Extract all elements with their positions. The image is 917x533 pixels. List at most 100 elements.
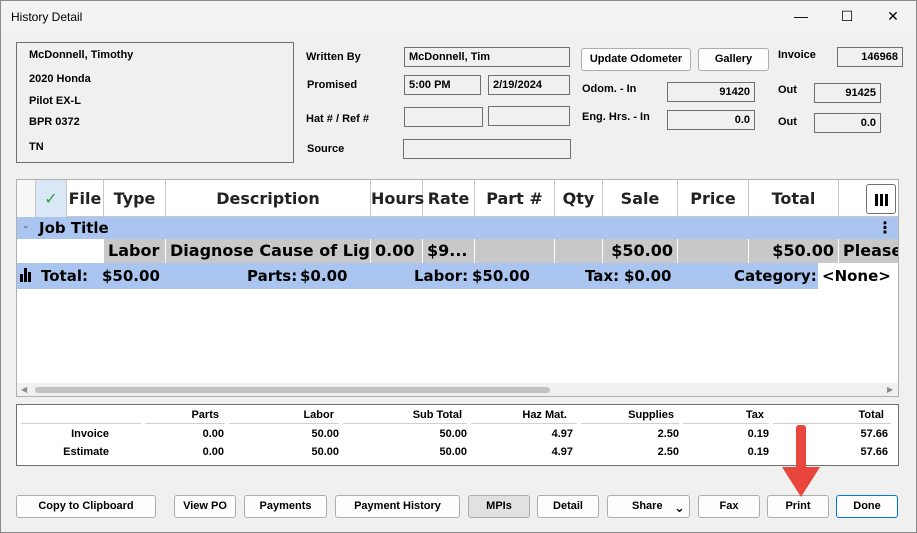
window-title: History Detail (11, 10, 83, 24)
summary-invoice-supplies: 2.50 (657, 428, 679, 440)
summary-invoice-label: Invoice (71, 428, 109, 440)
job-menu-icon[interactable]: ⋮ (877, 218, 893, 238)
minimize-icon[interactable]: — (778, 1, 824, 32)
hat-ref-label: Hat # / Ref # (306, 113, 369, 125)
annotation-arrow-head-icon (782, 467, 820, 497)
customer-info-box: McDonnell, Timothy 2020 Honda Pilot EX-L… (16, 42, 294, 163)
share-label: Share (632, 500, 663, 512)
eng-hrs-in-field[interactable]: 0.0 (667, 110, 755, 130)
written-by-field[interactable]: McDonnell, Tim (404, 47, 570, 67)
summary-estimate-label: Estimate (63, 446, 109, 458)
chevron-down-icon: ⌄ (674, 500, 685, 515)
cell-sale: $50.00 (603, 239, 678, 263)
print-button[interactable]: Print (767, 495, 829, 518)
copy-to-clipboard-button[interactable]: Copy to Clipboard (16, 495, 156, 518)
eng-hrs-out-field[interactable]: 0.0 (814, 113, 881, 133)
gallery-button[interactable]: Gallery (698, 48, 769, 71)
annotation-arrow-shaft (796, 425, 806, 473)
written-by-label: Written By (306, 51, 361, 63)
col-price[interactable]: Price (678, 180, 749, 217)
eng-hrs-in-label: Eng. Hrs. - In (582, 111, 650, 123)
job-title-text: Job Title (39, 219, 109, 237)
mpis-button[interactable]: MPIs (468, 495, 530, 518)
odom-in-field[interactable]: 91420 (667, 82, 755, 102)
summary-estimate-parts: 0.00 (202, 446, 224, 458)
scroll-thumb[interactable] (35, 387, 550, 393)
col-total[interactable]: Total (749, 180, 839, 217)
category-select[interactable]: <None> (818, 263, 898, 289)
summary-estimate-labor: 50.00 (311, 446, 339, 458)
ref-field[interactable] (488, 106, 570, 126)
promised-date-field[interactable]: 2/19/2024 (488, 75, 570, 95)
close-icon[interactable]: ✕ (870, 1, 916, 32)
table-row[interactable]: Labor Diagnose Cause of Light 0.00 $9...… (17, 239, 899, 263)
col-description[interactable]: Description (166, 180, 371, 217)
col-type[interactable]: Type (104, 180, 166, 217)
col-rate[interactable]: Rate (423, 180, 475, 217)
payment-history-button[interactable]: Payment History (335, 495, 460, 518)
history-detail-window: History Detail — ☐ ✕ McDonnell, Timothy … (0, 0, 917, 533)
promised-time-field[interactable]: 5:00 PM (404, 75, 481, 95)
horizontal-scrollbar[interactable]: ◀ ▶ (17, 383, 898, 396)
hat-field[interactable] (404, 107, 483, 127)
column-chooser-icon[interactable] (866, 184, 896, 214)
summary-header-supplies: Supplies (628, 409, 674, 421)
summary-header-tax: Tax (745, 409, 764, 421)
summary-estimate-tax: 0.19 (747, 446, 769, 458)
summary-header-parts: Parts (191, 409, 219, 421)
scroll-right-icon[interactable]: ▶ (887, 385, 893, 394)
summary-invoice-labor: 50.00 (311, 428, 339, 440)
odom-out-field[interactable]: 91425 (814, 83, 881, 103)
summary-estimate-total: 57.66 (860, 446, 888, 458)
col-part[interactable]: Part # (475, 180, 555, 217)
collapse-chevron-icon[interactable]: ⌄ (22, 220, 30, 231)
job-grid: ✓ File Type Description Hours Rate Part … (16, 179, 899, 397)
promised-label: Promised (307, 79, 358, 91)
cell-note: Please , (843, 241, 899, 260)
share-button[interactable]: Share ⌄ (607, 495, 690, 518)
license-plate: BPR 0372 (29, 116, 80, 128)
cell-qty (555, 239, 603, 263)
view-po-button[interactable]: View PO (174, 495, 236, 518)
scroll-left-icon[interactable]: ◀ (21, 385, 27, 394)
title-bar: History Detail — ☐ ✕ (1, 1, 916, 32)
check-column-icon[interactable]: ✓ (36, 180, 67, 217)
col-file[interactable]: File (67, 180, 104, 217)
cell-rate: $9... (423, 239, 475, 263)
total-value: $50.00 (102, 267, 160, 285)
cell-part (475, 239, 555, 263)
cell-description: Diagnose Cause of Light (166, 239, 371, 263)
summary-estimate-haz: 4.97 (551, 446, 573, 458)
summary-invoice-parts: 0.00 (202, 428, 224, 440)
maximize-icon[interactable]: ☐ (824, 1, 870, 32)
source-label: Source (307, 143, 345, 155)
odom-in-label: Odom. - In (582, 83, 637, 95)
cell-total: $50.00 (749, 239, 839, 263)
source-field[interactable] (403, 139, 571, 159)
customer-name: McDonnell, Timothy (29, 49, 134, 61)
update-odometer-button[interactable]: Update Odometer (581, 48, 691, 71)
col-qty[interactable]: Qty (555, 180, 603, 217)
row-blank (17, 239, 104, 263)
fax-button[interactable]: Fax (698, 495, 760, 518)
summary-invoice-subtotal: 50.00 (439, 428, 467, 440)
detail-button[interactable]: Detail (537, 495, 599, 518)
vehicle-year-make: 2020 Honda (29, 73, 91, 85)
job-totals-row: Total: $50.00 Parts: $0.00 Labor: $50.00… (17, 263, 898, 289)
summary-invoice-tax: 0.19 (747, 428, 769, 440)
category-label: Category: (734, 267, 817, 285)
odom-out-label: Out (778, 84, 797, 96)
cell-price (678, 239, 749, 263)
totals-summary: Parts Labor Sub Total Haz Mat. Supplies … (16, 404, 899, 466)
cell-hours: 0.00 (371, 239, 423, 263)
tax-label: Tax: (585, 267, 620, 285)
labor-value: $50.00 (472, 267, 530, 285)
col-sale[interactable]: Sale (603, 180, 678, 217)
done-button[interactable]: Done (836, 495, 898, 518)
summary-estimate-subtotal: 50.00 (439, 446, 467, 458)
col-hours[interactable]: Hours (371, 180, 424, 217)
payments-button[interactable]: Payments (244, 495, 327, 518)
summary-header-labor: Labor (303, 409, 334, 421)
bar-chart-icon[interactable] (19, 268, 33, 282)
job-title-row[interactable]: ⌄ Job Title ⋮ (17, 217, 898, 239)
